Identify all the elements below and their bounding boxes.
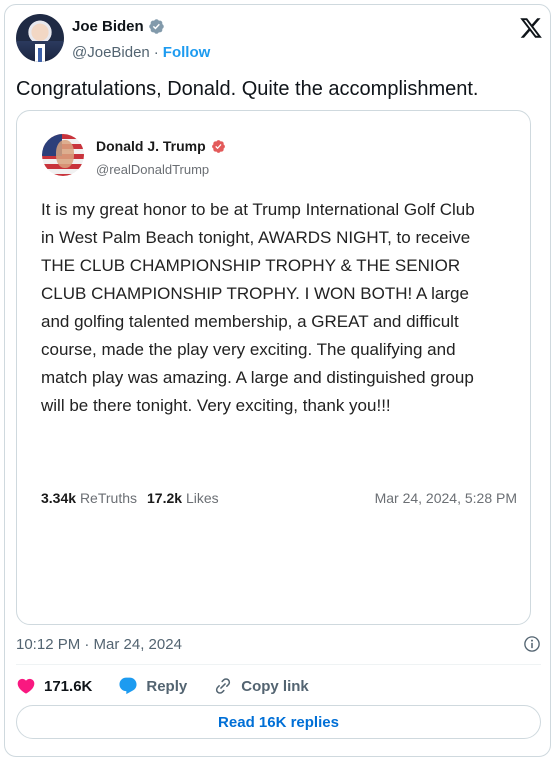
copy-link-label: Copy link <box>241 677 309 695</box>
like-count: 171.6K <box>44 677 93 695</box>
likes-label: Likes <box>185 490 219 506</box>
read-replies-button[interactable]: Read 16K replies <box>16 705 541 739</box>
author-handle-row: @JoeBiden · Follow <box>72 44 210 61</box>
reply-label: Reply <box>146 677 188 695</box>
truth-verified-icon <box>211 139 225 153</box>
tweet-timestamp[interactable]: 10:12 PM · Mar 24, 2024 <box>16 636 182 653</box>
separator: · <box>153 44 159 61</box>
like-button[interactable]: 171.6K <box>16 676 92 696</box>
author-name-row: Joe Biden <box>72 18 165 35</box>
heart-icon <box>17 678 35 694</box>
embedded-post-date: Mar 24, 2024, 5:28 PM <box>374 490 517 506</box>
embedded-name-row: Donald J. Trump <box>96 138 226 154</box>
copy-link-button[interactable]: Copy link <box>213 676 309 696</box>
embedded-author-name: Donald J. Trump <box>96 138 206 154</box>
embedded-post-body: It is my great honor to be at Trump Inte… <box>41 200 475 415</box>
avatar[interactable] <box>16 14 64 62</box>
embedded-author-handle: @realDonaldTrump <box>96 162 210 177</box>
divider <box>16 664 541 665</box>
author-handle[interactable]: @JoeBiden <box>72 44 150 61</box>
retruths-count: 3.34k <box>41 490 77 506</box>
verified-badge-icon <box>148 19 164 34</box>
embedded-post-stats: 3.34k ReTruths 17.2k Likes <box>41 490 219 506</box>
follow-button[interactable]: Follow <box>163 44 211 61</box>
author-name[interactable]: Joe Biden <box>72 18 144 35</box>
info-icon[interactable] <box>523 635 541 653</box>
reply-button[interactable]: Reply <box>118 676 187 696</box>
tweet-text: Congratulations, Donald. Quite the accom… <box>16 78 479 100</box>
likes-count: 17.2k <box>147 490 183 506</box>
retruths-label: ReTruths <box>79 490 137 506</box>
reply-bubble-icon <box>119 677 137 695</box>
x-logo-icon[interactable] <box>519 16 543 40</box>
action-bar: 171.6K Reply Copy link <box>16 676 335 696</box>
link-icon <box>216 678 231 694</box>
embedded-avatar <box>42 134 84 176</box>
